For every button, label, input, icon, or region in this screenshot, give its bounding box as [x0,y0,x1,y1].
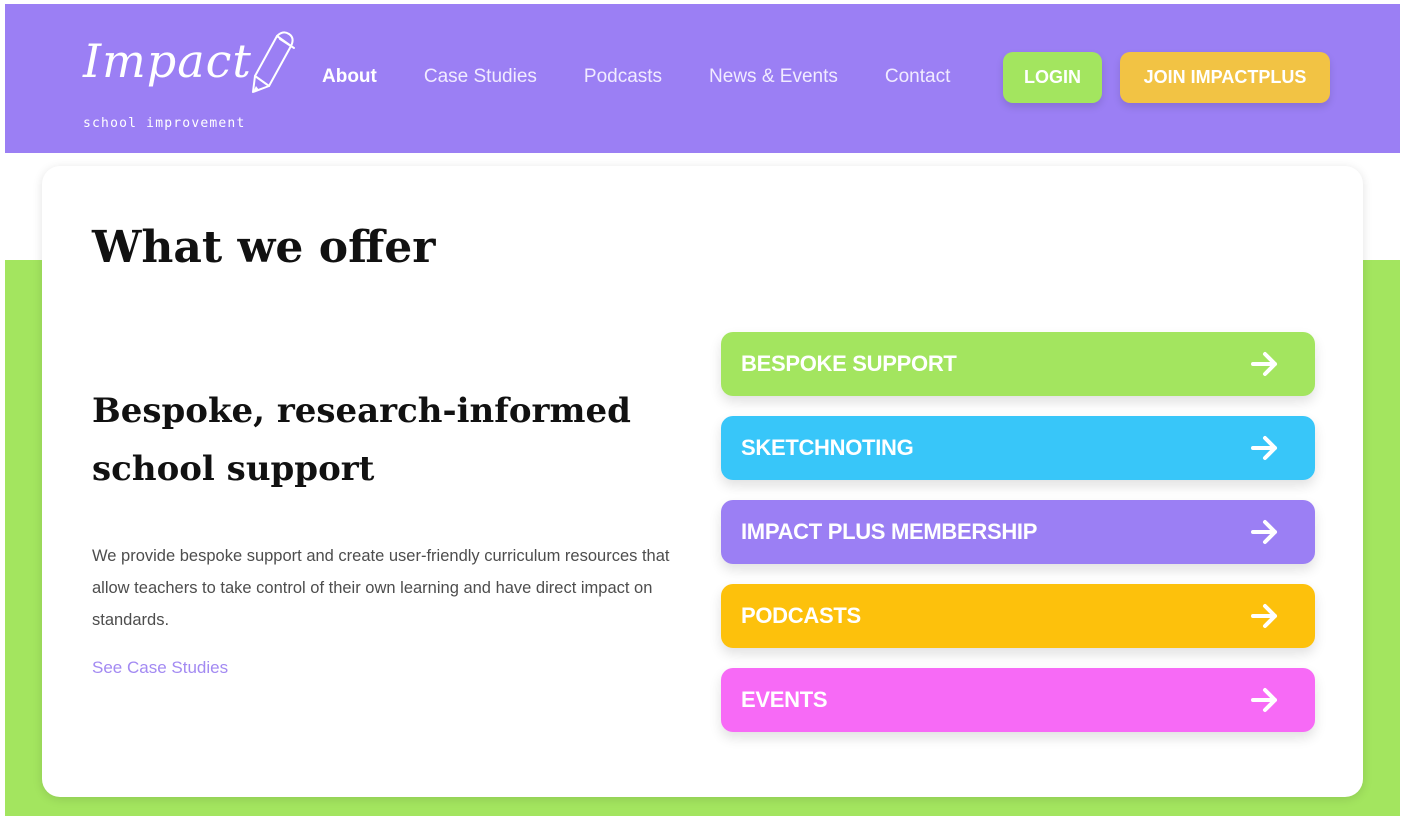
offer-label: PODCASTS [741,603,861,628]
pencil-icon [252,31,295,93]
offer-card: What we offer Bespoke, research-informed… [42,166,1363,797]
nav-contact[interactable]: Contact [885,66,950,88]
main-nav: About Case Studies Podcasts News & Event… [322,66,997,88]
offer-events[interactable]: EVENTS [721,668,1315,732]
offer-label: BESPOKE SUPPORT [741,351,957,376]
offer-bespoke-support[interactable]: BESPOKE SUPPORT [721,332,1315,396]
join-impactplus-button[interactable]: JOIN IMPACTPLUS [1120,52,1330,103]
offer-podcasts[interactable]: PODCASTS [721,584,1315,648]
offer-label: IMPACT PLUS MEMBERSHIP [741,519,1038,544]
section-description: We provide bespoke support and create us… [92,547,670,629]
site-header: Impact school improvement About Case Stu… [5,4,1400,153]
arrow-right-icon [1251,436,1277,460]
nav-case-studies[interactable]: Case Studies [424,66,537,88]
arrow-right-icon [1251,604,1277,628]
section-heading: Bespoke, research-informed school suppor… [92,391,631,489]
offer-sketchnoting[interactable]: SKETCHNOTING [721,416,1315,480]
page-title: What we offer [92,222,436,273]
nav-podcasts[interactable]: Podcasts [584,66,662,88]
logo-subtitle: school improvement [83,116,246,131]
see-case-studies-link[interactable]: See Case Studies [92,658,228,678]
offer-impact-plus-membership[interactable]: IMPACT PLUS MEMBERSHIP [721,500,1315,564]
arrow-right-icon [1251,688,1277,712]
offer-list: BESPOKE SUPPORT SKETCHNOTING IMPACT PLUS… [721,332,1315,752]
offer-label: SKETCHNOTING [741,435,914,460]
offer-label: EVENTS [741,687,828,712]
logo[interactable]: Impact school improvement [79,26,309,134]
nav-about[interactable]: About [322,66,377,88]
arrow-right-icon [1251,352,1277,376]
login-button[interactable]: LOGIN [1003,52,1102,103]
logo-wordmark: Impact [83,34,252,88]
page-frame: Impact school improvement About Case Stu… [5,4,1400,816]
nav-news-events[interactable]: News & Events [709,66,838,88]
arrow-right-icon [1251,520,1277,544]
